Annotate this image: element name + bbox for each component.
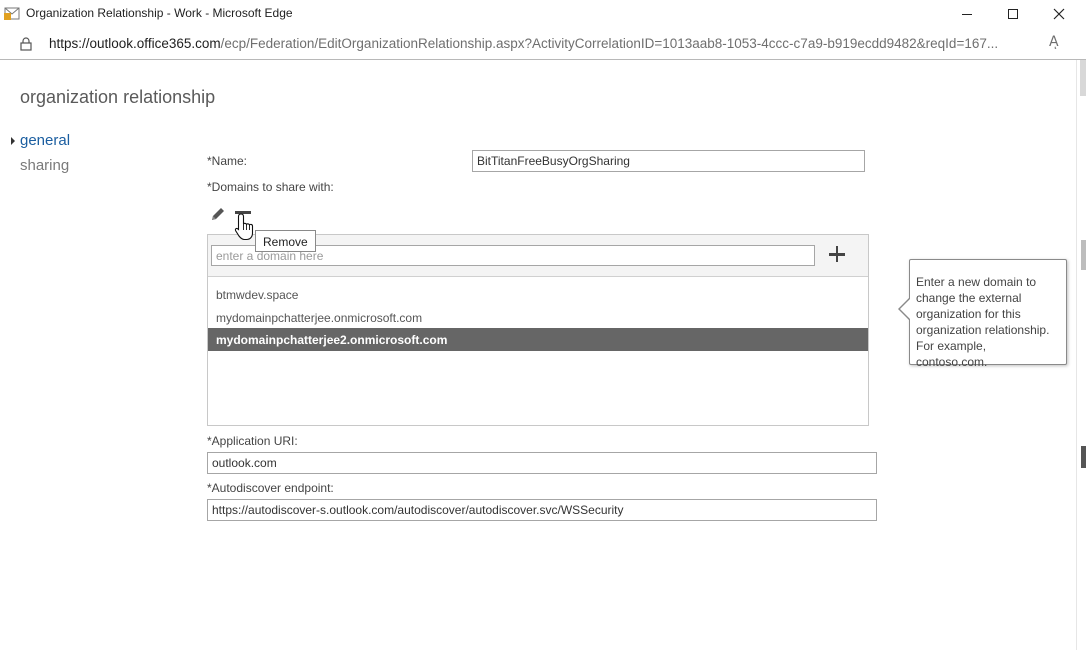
page-scrollbar[interactable] (1076, 60, 1086, 650)
name-input[interactable] (472, 150, 865, 172)
nav-item-general[interactable]: general (20, 132, 70, 149)
help-callout: Enter a new domain to change the externa… (909, 259, 1067, 369)
nav-item-sharing[interactable]: sharing (20, 157, 69, 174)
maximize-button[interactable] (990, 0, 1036, 28)
plus-icon[interactable] (826, 243, 848, 265)
autodiscover-label: *Autodiscover endpoint: (207, 481, 334, 495)
name-label: *Name: (207, 154, 248, 168)
maximize-icon (1008, 9, 1018, 19)
lock-icon (20, 37, 32, 51)
window-title: Organization Relationship - Work - Micro… (26, 6, 293, 20)
scrollbar-thumb[interactable] (1080, 60, 1086, 96)
url-text[interactable]: https://outlook.office365.com/ecp/Federa… (49, 36, 1039, 51)
selected-caret-icon (11, 137, 15, 145)
pencil-icon[interactable] (209, 205, 227, 223)
callout-pointer (900, 298, 911, 320)
address-bar[interactable]: https://outlook.office365.com/ecp/Federa… (0, 28, 1086, 60)
window-titlebar: Organization Relationship - Work - Micro… (0, 0, 1086, 28)
url-path: /ecp/Federation/EditOrganizationRelation… (220, 36, 999, 51)
outlook-mail-icon (4, 7, 20, 20)
close-icon (1053, 8, 1065, 20)
list-item-selected[interactable]: mydomainpchatterjee2.onmicrosoft.com (208, 328, 868, 351)
scrollbar-marker (1081, 446, 1086, 468)
list-item[interactable]: btmwdev.space (208, 283, 868, 306)
hand-cursor-icon (234, 213, 254, 241)
domains-label: *Domains to share with: (207, 180, 334, 194)
autodiscover-input[interactable] (207, 499, 877, 521)
list-item[interactable]: mydomainpchatterjee.onmicrosoft.com (208, 306, 868, 329)
page-title: organization relationship (20, 87, 216, 107)
remove-tooltip: Remove (255, 230, 316, 252)
read-aloud-icon[interactable]: Aͅ (1049, 34, 1059, 50)
url-host: https://outlook.office365.com (49, 36, 221, 51)
close-button[interactable] (1036, 0, 1082, 28)
minimize-button[interactable] (944, 0, 990, 28)
domain-list-box: btmwdev.space mydomainpchatterjee.onmicr… (207, 234, 869, 426)
scrollbar-marker (1081, 240, 1086, 270)
minimize-icon (962, 14, 972, 15)
application-uri-label: *Application URI: (207, 434, 298, 448)
application-uri-input[interactable] (207, 452, 877, 474)
